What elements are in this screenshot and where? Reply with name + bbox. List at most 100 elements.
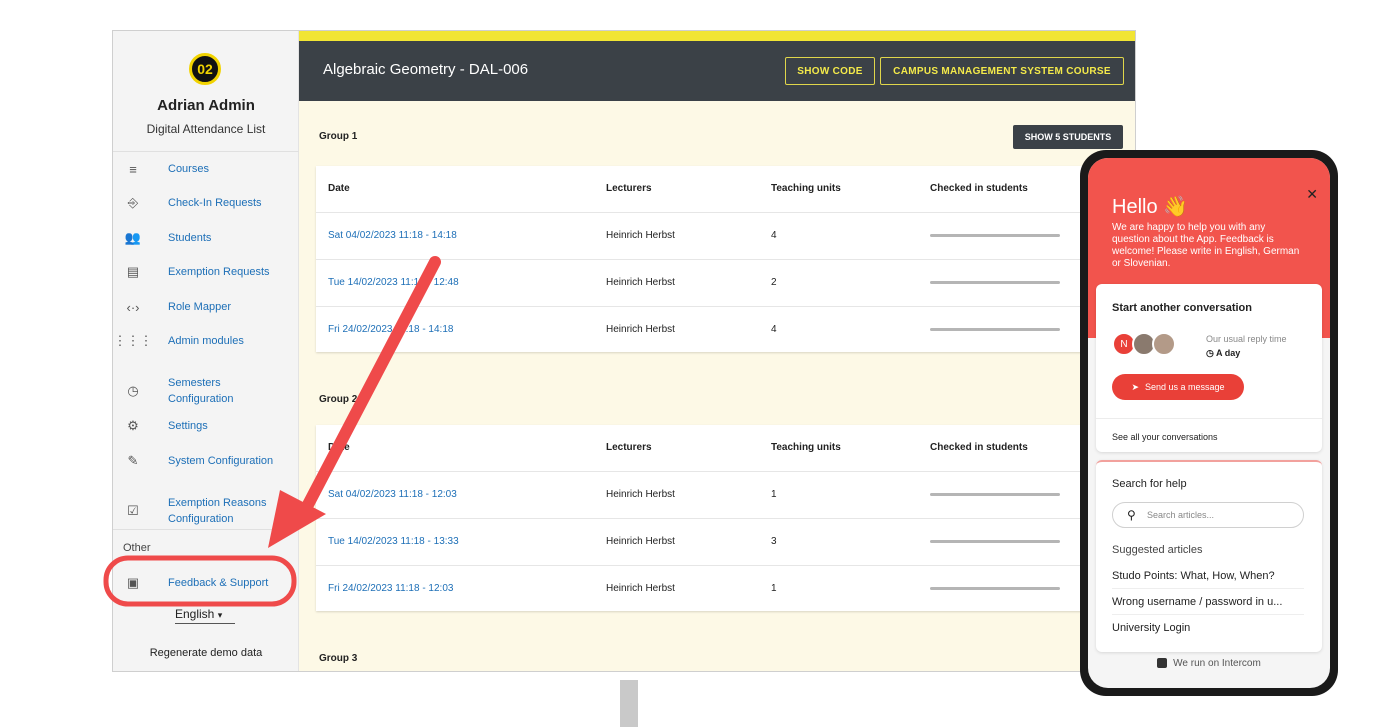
pencil-icon: ✎ bbox=[127, 453, 139, 468]
page-title: Algebraic Geometry - DAL-006 bbox=[323, 61, 529, 78]
reply-time-label: Our usual reply time bbox=[1206, 334, 1287, 344]
avatar bbox=[1152, 332, 1176, 356]
lecturer-name: Heinrich Herbst bbox=[606, 324, 675, 335]
people-icon: 👥 bbox=[124, 230, 142, 245]
checkin-progress-bar bbox=[930, 587, 1060, 590]
sidebar-item-system-configuration[interactable]: ✎ System Configuration bbox=[113, 453, 299, 469]
sessions-table: Date Lecturers Teaching units Checked in… bbox=[316, 166, 1135, 354]
sidebar-item-exemption-requests[interactable]: ▤ Exemption Requests bbox=[113, 264, 299, 280]
search-icon: ⚲ bbox=[1127, 508, 1136, 522]
calendar-icon: ▤ bbox=[126, 264, 140, 279]
sidebar-item-label: Role Mapper bbox=[168, 301, 231, 313]
chat-greeting: Hello 👋 bbox=[1112, 196, 1189, 218]
chat-intro: We are happy to help you with any questi… bbox=[1112, 222, 1300, 269]
send-icon: ➤ bbox=[1131, 381, 1139, 392]
session-date-link[interactable]: Sat 04/02/2023 11:18 - 14:18 bbox=[328, 230, 457, 241]
lecturer-name: Heinrich Herbst bbox=[606, 536, 675, 547]
regenerate-demo-data-button[interactable]: Regenerate demo data bbox=[113, 647, 299, 659]
sidebar-item-label: Check-In Requests bbox=[168, 197, 262, 209]
lecturer-name: Heinrich Herbst bbox=[606, 583, 675, 594]
show-students-button[interactable]: SHOW 5 STUDENTS bbox=[1013, 125, 1123, 149]
column-header: Lecturers bbox=[606, 183, 652, 194]
group-title: Group 2 bbox=[319, 394, 358, 405]
grid-icon: ⋮⋮⋮ bbox=[113, 333, 153, 348]
list-icon: ≡ bbox=[129, 161, 137, 177]
sidebar-item-label: Exemption Reasons Configuration bbox=[168, 497, 267, 525]
app-logo: 02 bbox=[189, 53, 221, 85]
checkin-icon: ⎆ bbox=[127, 195, 139, 210]
sidebar-item-label: System Configuration bbox=[168, 455, 274, 467]
article-link[interactable]: University Login bbox=[1112, 622, 1304, 640]
clock-icon: ◷ bbox=[1206, 348, 1214, 358]
table-row: Fri 24/02/2023 11:18 - 14:18 Heinrich He… bbox=[316, 307, 1135, 354]
sidebar-item-students[interactable]: 👥 Students bbox=[113, 230, 299, 246]
sidebar-item-check-in-requests[interactable]: ⎆ Check-In Requests bbox=[113, 195, 299, 211]
show-code-button[interactable]: SHOW CODE bbox=[785, 57, 875, 85]
checkin-progress-bar bbox=[930, 328, 1060, 331]
table-row: Tue 14/02/2023 11:18 - 12:48 Heinrich He… bbox=[316, 260, 1135, 307]
session-date-link[interactable]: Fri 24/02/2023 11:18 - 14:18 bbox=[328, 324, 453, 335]
session-date-link[interactable]: Tue 14/02/2023 11:18 - 12:48 bbox=[328, 277, 459, 288]
reply-time-text: A day bbox=[1216, 348, 1241, 358]
send-message-button[interactable]: ➤ Send us a message bbox=[1112, 374, 1244, 400]
sidebar-item-semesters-configuration[interactable]: ◷ Semesters Configuration bbox=[113, 375, 299, 407]
table-row: Sat 04/02/2023 11:18 - 12:03 Heinrich He… bbox=[316, 472, 1135, 519]
chat-icon: ▣ bbox=[126, 575, 140, 590]
sidebar-item-courses[interactable]: ≡ Courses bbox=[113, 161, 299, 177]
main-content: Algebraic Geometry - DAL-006 SHOW CODE C… bbox=[299, 31, 1135, 671]
suggested-articles-title: Suggested articles bbox=[1112, 544, 1203, 556]
session-date-link[interactable]: Tue 14/02/2023 11:18 - 13:33 bbox=[328, 536, 459, 547]
user-name: Adrian Admin bbox=[157, 97, 255, 114]
teaching-units: 4 bbox=[771, 324, 777, 335]
event-check-icon: ☑ bbox=[127, 503, 139, 518]
sidebar-item-feedback-support[interactable]: ▣ Feedback & Support bbox=[113, 575, 299, 591]
search-articles-input[interactable]: ⚲ Search articles... bbox=[1112, 502, 1304, 528]
sidebar-item-label: Exemption Requests bbox=[168, 266, 270, 278]
phone-mockup: Hello 👋 ✕ We are happy to help you with … bbox=[1080, 150, 1338, 696]
accent-bar bbox=[299, 31, 1135, 41]
conversation-card: Start another conversation N Our usual r… bbox=[1096, 284, 1322, 452]
column-header: Date bbox=[328, 442, 350, 453]
sidebar: 02 Adrian Admin Digital Attendance List … bbox=[113, 31, 299, 671]
lecturer-name: Heinrich Herbst bbox=[606, 489, 675, 500]
card-divider bbox=[1096, 418, 1322, 419]
group-title: Group 3 bbox=[319, 653, 358, 664]
teaching-units: 1 bbox=[771, 489, 777, 500]
intercom-icon bbox=[1157, 658, 1168, 669]
sidebar-divider bbox=[113, 529, 299, 530]
intercom-footer: We run on Intercom bbox=[1088, 658, 1330, 669]
article-link[interactable]: Studo Points: What, How, When? bbox=[1112, 570, 1304, 589]
chevron-down-icon: ▾ bbox=[217, 610, 223, 620]
column-header: Checked in students bbox=[930, 183, 1028, 194]
session-date-link[interactable]: Sat 04/02/2023 11:18 - 12:03 bbox=[328, 489, 457, 500]
monitor-stand bbox=[620, 680, 638, 727]
sidebar-item-settings[interactable]: ⚙ Settings bbox=[113, 418, 299, 434]
gear-icon: ⚙ bbox=[127, 418, 139, 433]
article-link[interactable]: Wrong username / password in u... bbox=[1112, 596, 1304, 615]
language-select[interactable]: English ▾ bbox=[175, 607, 235, 624]
course-code: DAL-006 bbox=[468, 61, 529, 78]
sidebar-item-exemption-reasons-configuration[interactable]: ☑ Exemption Reasons Configuration bbox=[113, 495, 299, 527]
sidebar-item-label: Settings bbox=[168, 420, 208, 432]
teaching-units: 2 bbox=[771, 277, 777, 288]
table-row: Sat 04/02/2023 11:18 - 14:18 Heinrich He… bbox=[316, 213, 1135, 260]
close-icon[interactable]: ✕ bbox=[1306, 186, 1318, 203]
reply-time-value: ◷ A day bbox=[1206, 348, 1240, 359]
sidebar-item-role-mapper[interactable]: ‹·› Role Mapper bbox=[113, 299, 299, 315]
help-search-card: Search for help ⚲ Search articles... Sug… bbox=[1096, 460, 1322, 652]
table-row: Tue 14/02/2023 11:18 - 13:33 Heinrich He… bbox=[316, 519, 1135, 566]
sidebar-item-admin-modules[interactable]: ⋮⋮⋮ Admin modules bbox=[113, 333, 299, 349]
cms-course-button[interactable]: CAMPUS MANAGEMENT SYSTEM COURSE bbox=[880, 57, 1124, 85]
column-header: Lecturers bbox=[606, 442, 652, 453]
sidebar-item-label: Students bbox=[168, 232, 212, 244]
column-header: Teaching units bbox=[771, 442, 841, 453]
teaching-units: 4 bbox=[771, 230, 777, 241]
sidebar-item-label: Admin modules bbox=[168, 335, 244, 347]
session-date-link[interactable]: Fri 24/02/2023 11:18 - 12:03 bbox=[328, 583, 453, 594]
table-row: Fri 24/02/2023 11:18 - 12:03 Heinrich He… bbox=[316, 566, 1135, 613]
see-all-conversations-link[interactable]: See all your conversations bbox=[1112, 432, 1218, 442]
sidebar-item-label: Feedback & Support bbox=[168, 577, 269, 589]
sidebar-item-label: Courses bbox=[168, 163, 209, 175]
intercom-footer-text: We run on Intercom bbox=[1173, 658, 1261, 669]
section-label-other: Other bbox=[123, 542, 151, 554]
